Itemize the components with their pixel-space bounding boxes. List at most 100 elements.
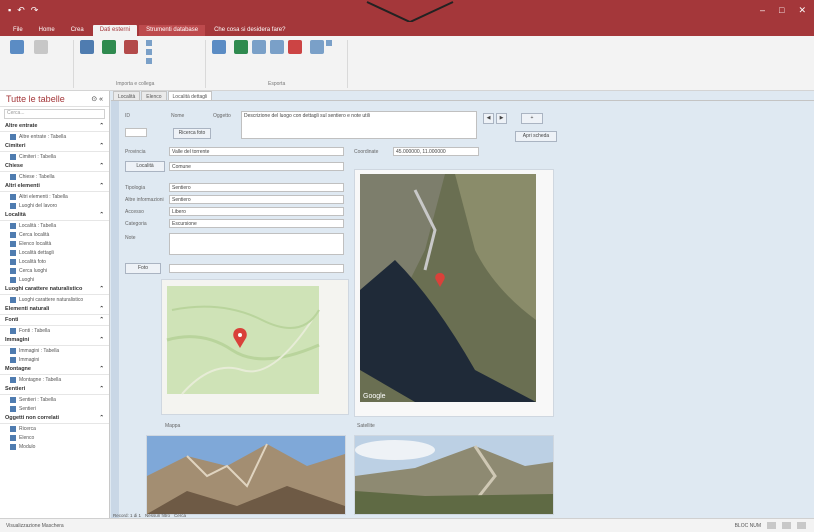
tab-home[interactable]: Home xyxy=(32,25,62,36)
nav-item[interactable]: Immagini xyxy=(0,355,109,364)
tab-strumenti-database[interactable]: Strumenti database xyxy=(139,25,206,36)
nav-group-header[interactable]: Sentieri ⌃ xyxy=(0,384,109,395)
zone-combo[interactable]: Sentiero xyxy=(169,195,344,204)
tab-crea[interactable]: Crea xyxy=(64,25,91,36)
chevron-up-icon[interactable]: ⌃ xyxy=(99,366,104,372)
form-view-icon[interactable] xyxy=(767,522,776,529)
nav-item[interactable]: Altre entrate : Tabella xyxy=(0,132,109,141)
nav-item[interactable]: Elenco xyxy=(0,433,109,442)
tab-dati-esterni[interactable]: Dati esterni xyxy=(92,25,138,36)
nav-group-header[interactable]: Immagini ⌃ xyxy=(0,335,109,346)
nav-item[interactable]: Località dettagli xyxy=(0,248,109,257)
excel-import-button[interactable] xyxy=(98,40,120,54)
chevron-up-icon[interactable]: ⌃ xyxy=(99,317,104,323)
chevron-up-icon[interactable]: ⌃ xyxy=(99,163,104,169)
photo-path-field[interactable] xyxy=(169,264,344,273)
export-email-button[interactable] xyxy=(306,40,328,54)
design-view-icon[interactable] xyxy=(797,522,806,529)
notes-field[interactable] xyxy=(169,233,344,255)
odbc-button[interactable] xyxy=(146,40,152,46)
nav-item[interactable]: Cimiteri : Tabella xyxy=(0,152,109,161)
nav-item[interactable]: Fonti : Tabella xyxy=(0,326,109,335)
redo-icon[interactable]: ↷ xyxy=(31,6,39,15)
tab-file[interactable]: File xyxy=(6,25,30,36)
id-field[interactable] xyxy=(125,128,147,137)
minimize-icon[interactable]: – xyxy=(760,5,765,16)
nav-group-header[interactable]: Elementi naturali ⌃ xyxy=(0,304,109,315)
record-selector[interactable] xyxy=(111,101,119,519)
nav-item[interactable]: Ricerca xyxy=(0,424,109,433)
chevron-up-icon[interactable]: ⌃ xyxy=(99,415,104,421)
close-icon[interactable]: ✕ xyxy=(798,5,806,16)
chevron-down-icon[interactable]: ⊙ « xyxy=(91,95,103,103)
chevron-up-icon[interactable]: ⌃ xyxy=(99,337,104,343)
nav-group-header[interactable]: Località ⌃ xyxy=(0,210,109,221)
terrain-map[interactable] xyxy=(162,280,348,414)
nav-item[interactable]: Altri elementi : Tabella xyxy=(0,192,109,201)
locality-field[interactable]: Comune xyxy=(169,162,344,171)
open-card-button[interactable]: Apri scheda xyxy=(515,131,557,142)
access-import-button[interactable] xyxy=(120,40,142,54)
type-combo[interactable]: Sentiero xyxy=(169,183,344,192)
nav-group-header[interactable]: Oggetti non correlati ⌃ xyxy=(0,413,109,424)
export-access-button[interactable] xyxy=(326,40,332,46)
export-pdf-button[interactable] xyxy=(284,40,306,54)
nav-group-header[interactable]: Altri elementi ⌃ xyxy=(0,181,109,192)
nav-item[interactable]: Chiese : Tabella xyxy=(0,172,109,181)
photo-button[interactable]: Foto xyxy=(125,263,161,274)
chevron-up-icon[interactable]: ⌃ xyxy=(99,386,104,392)
save-icon[interactable]: ▪ xyxy=(8,6,11,15)
nav-group-header[interactable]: Cimiteri ⌃ xyxy=(0,141,109,152)
photo-1[interactable] xyxy=(146,435,346,515)
more-import-button[interactable] xyxy=(146,58,152,64)
nav-group-header[interactable]: Altre entrate ⌃ xyxy=(0,121,109,132)
search-photo-button[interactable]: Ricerca foto xyxy=(173,128,211,139)
nav-item[interactable]: Cerca luoghi xyxy=(0,266,109,275)
nav-item[interactable]: Elenco località xyxy=(0,239,109,248)
nav-item[interactable]: Località foto xyxy=(0,257,109,266)
nav-group-label: Sentieri xyxy=(5,386,26,392)
coordinates-field[interactable]: 45.000000, 11.000000 xyxy=(393,147,479,156)
nav-search-input[interactable]: Cerca... xyxy=(4,109,105,119)
nav-item[interactable]: Sentieri : Tabella xyxy=(0,395,109,404)
description-field[interactable]: Descrizione del luogo con dettagli sul s… xyxy=(241,111,477,139)
nav-item[interactable]: Luoghi xyxy=(0,275,109,284)
text-file-button[interactable] xyxy=(146,49,152,55)
linked-table-manager-button[interactable] xyxy=(30,40,52,54)
new-record-button[interactable]: + xyxy=(521,113,543,124)
saved-exports-button[interactable] xyxy=(208,40,230,54)
nav-group-header[interactable]: Montagne ⌃ xyxy=(0,364,109,375)
nav-item[interactable]: Sentieri xyxy=(0,404,109,413)
new-data-source-button[interactable] xyxy=(76,40,98,54)
nav-item[interactable]: Modulo xyxy=(0,442,109,451)
tab-che-cosa-si-desidera-fare-[interactable]: Che cosa si desidera fare? xyxy=(207,25,292,36)
satellite-map[interactable]: Google xyxy=(355,170,553,416)
chevron-up-icon[interactable]: ⌃ xyxy=(99,183,104,189)
prev-record-button[interactable]: ◀ xyxy=(483,113,494,124)
chevron-up-icon[interactable]: ⌃ xyxy=(99,212,104,218)
nav-item[interactable]: Cerca località xyxy=(0,230,109,239)
nav-group-header[interactable]: Luoghi carattere naturalistico ⌃ xyxy=(0,284,109,295)
nav-item[interactable]: Montagne : Tabella xyxy=(0,375,109,384)
access-combo[interactable]: Libero xyxy=(169,207,344,216)
chevron-up-icon[interactable]: ⌃ xyxy=(99,306,104,312)
nav-item[interactable]: Luoghi carattere naturalistico xyxy=(0,295,109,304)
chevron-up-icon[interactable]: ⌃ xyxy=(99,123,104,129)
chevron-up-icon[interactable]: ⌃ xyxy=(99,286,104,292)
saved-imports-button[interactable] xyxy=(6,40,28,54)
next-record-button[interactable]: ▶ xyxy=(496,113,507,124)
nav-item[interactable]: Località : Tabella xyxy=(0,221,109,230)
layout-view-icon[interactable] xyxy=(782,522,791,529)
nav-group-header[interactable]: Fonti ⌃ xyxy=(0,315,109,326)
category-combo[interactable]: Escursione xyxy=(169,219,344,228)
maximize-icon[interactable]: □ xyxy=(779,5,784,16)
nav-group-header[interactable]: Chiese ⌃ xyxy=(0,161,109,172)
nav-item[interactable]: Immagini : Tabella xyxy=(0,346,109,355)
locality-button[interactable]: Località xyxy=(125,161,165,172)
photo-2[interactable] xyxy=(354,435,554,515)
province-combo[interactable]: Valle del torrente xyxy=(169,147,344,156)
undo-icon[interactable]: ↶ xyxy=(17,6,25,15)
nav-item[interactable]: Luoghi del lavoro xyxy=(0,201,109,210)
nav-header[interactable]: Tutte le tabelle ⊙ « xyxy=(0,91,109,107)
chevron-up-icon[interactable]: ⌃ xyxy=(99,143,104,149)
